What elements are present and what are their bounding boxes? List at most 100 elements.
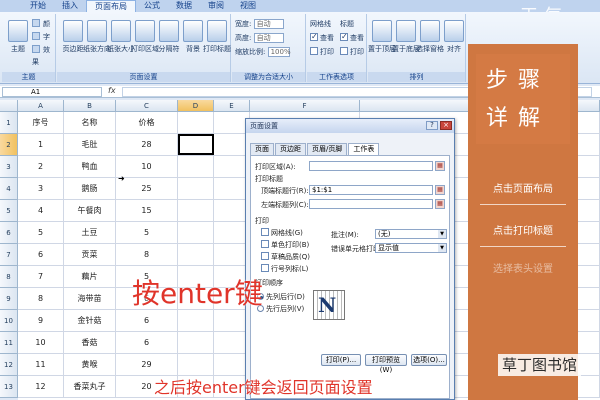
mono-checkbox[interactable] — [261, 240, 269, 248]
gridlines-checkbox[interactable] — [261, 228, 269, 236]
print-preview-button[interactable]: 打印预览(W) — [365, 354, 407, 374]
table-cell[interactable]: 3 — [18, 178, 64, 200]
left-cols-input[interactable] — [309, 199, 433, 209]
tab-formulas[interactable]: 公式 — [136, 0, 168, 12]
row-header[interactable]: 13 — [0, 376, 18, 398]
row-header[interactable]: 2 — [0, 134, 18, 156]
table-cell[interactable]: 名称 — [64, 112, 116, 134]
help-icon[interactable]: ? — [426, 121, 438, 130]
order-over-then-down[interactable]: 先行后列(V) — [257, 304, 304, 314]
top-rows-input[interactable]: $1:$1 — [309, 185, 433, 195]
errors-select[interactable]: 显示值 ▼ — [375, 243, 447, 253]
headings-print-checkbox[interactable] — [340, 47, 348, 55]
empty-cell[interactable] — [178, 332, 214, 354]
table-cell[interactable]: 15 — [116, 200, 178, 222]
gridlines-print-checkbox[interactable] — [310, 47, 318, 55]
themes-button[interactable]: 主题 — [4, 18, 32, 68]
tab-page-layout[interactable]: 页面布局 — [86, 0, 136, 12]
table-cell[interactable]: 毛肚 — [64, 134, 116, 156]
row-header[interactable]: 7 — [0, 244, 18, 266]
table-cell[interactable]: 10 — [18, 332, 64, 354]
tab-data[interactable]: 数据 — [168, 0, 200, 12]
select-all-corner[interactable] — [0, 100, 18, 112]
col-header-c[interactable]: C — [116, 100, 178, 112]
table-cell[interactable]: 6 — [116, 310, 178, 332]
empty-cell[interactable] — [178, 222, 214, 244]
colors-button[interactable]: 颜色 — [32, 18, 55, 40]
col-header-d[interactable]: D — [178, 100, 214, 112]
close-icon[interactable]: × — [440, 121, 452, 130]
row-header[interactable]: 12 — [0, 354, 18, 376]
row-header[interactable]: 11 — [0, 332, 18, 354]
table-cell[interactable]: 2 — [18, 156, 64, 178]
draft-checkbox[interactable] — [261, 252, 269, 260]
table-cell[interactable]: 1 — [18, 134, 64, 156]
tab-review[interactable]: 审阅 — [200, 0, 232, 12]
table-cell[interactable]: 鸭血 — [64, 156, 116, 178]
row-header[interactable]: 1 — [0, 112, 18, 134]
table-cell[interactable]: 海带苗 — [64, 288, 116, 310]
dialog-tab-page[interactable]: 页面 — [250, 143, 274, 155]
table-cell[interactable]: 藕片 — [64, 266, 116, 288]
fonts-button[interactable]: 字体 — [32, 31, 55, 53]
row-header[interactable]: 9 — [0, 288, 18, 310]
empty-cell[interactable] — [178, 156, 214, 178]
active-cell[interactable] — [178, 134, 214, 155]
dialog-tab-header-footer[interactable]: 页眉/页脚 — [307, 143, 348, 155]
tab-view[interactable]: 视图 — [232, 0, 264, 12]
col-header-f[interactable]: F — [250, 100, 360, 112]
table-cell[interactable]: 香菇 — [64, 332, 116, 354]
row-header[interactable]: 8 — [0, 266, 18, 288]
table-cell[interactable]: 7 — [18, 266, 64, 288]
table-cell[interactable]: 黄喉 — [64, 354, 116, 376]
top-rows-picker-icon[interactable]: ▦ — [435, 185, 445, 195]
empty-cell[interactable] — [178, 178, 214, 200]
table-cell[interactable]: 11 — [18, 354, 64, 376]
width-combo[interactable]: 自动 — [253, 19, 284, 29]
align-button[interactable]: 对齐 — [440, 18, 468, 68]
row-header[interactable]: 6 — [0, 222, 18, 244]
tab-insert[interactable]: 插入 — [54, 0, 86, 12]
table-cell[interactable]: 5 — [18, 222, 64, 244]
print-titles-button[interactable]: 打印标题 — [203, 18, 231, 68]
table-cell[interactable]: 4 — [18, 200, 64, 222]
table-cell[interactable]: 土豆 — [64, 222, 116, 244]
table-cell[interactable]: 金针菇 — [64, 310, 116, 332]
left-cols-picker-icon[interactable]: ▦ — [435, 199, 445, 209]
table-cell[interactable]: 价格 — [116, 112, 178, 134]
table-cell[interactable]: 28 — [116, 134, 178, 156]
gridlines-print[interactable]: 打印 — [310, 46, 334, 58]
order-down-then-over[interactable]: 先列后行(D) — [257, 292, 305, 302]
table-cell[interactable]: 10 — [116, 156, 178, 178]
row-header[interactable]: 3 — [0, 156, 18, 178]
table-cell[interactable]: 25 — [116, 178, 178, 200]
rowcol-checkbox[interactable] — [261, 264, 269, 272]
table-cell[interactable]: 午餐肉 — [64, 200, 116, 222]
effects-button[interactable]: 效果 — [32, 44, 55, 66]
col-header-b[interactable]: B — [64, 100, 116, 112]
table-cell[interactable]: 5 — [116, 222, 178, 244]
table-cell[interactable]: 8 — [18, 288, 64, 310]
headings-view-checkbox[interactable] — [340, 31, 348, 43]
dialog-tab-margins[interactable]: 页边距 — [275, 143, 306, 155]
option-draft[interactable]: 草稿品质(Q) — [261, 252, 310, 262]
table-cell[interactable]: 6 — [116, 332, 178, 354]
table-cell[interactable]: 序号 — [18, 112, 64, 134]
headings-view[interactable]: 查看 — [340, 31, 364, 44]
tab-home[interactable]: 开始 — [22, 0, 54, 12]
empty-cell[interactable] — [178, 200, 214, 222]
print-area-input[interactable] — [309, 161, 433, 171]
empty-cell[interactable] — [178, 112, 214, 134]
table-cell[interactable]: 6 — [18, 244, 64, 266]
gridlines-view-checkbox[interactable] — [310, 31, 318, 43]
fx-icon[interactable]: fx — [108, 86, 116, 95]
name-box[interactable]: A1 — [2, 87, 102, 97]
empty-cell[interactable] — [178, 354, 214, 376]
comments-select[interactable]: (无) ▼ — [375, 229, 447, 239]
empty-cell[interactable] — [178, 244, 214, 266]
col-header-a[interactable]: A — [18, 100, 64, 112]
table-cell[interactable]: 8 — [116, 244, 178, 266]
option-gridlines[interactable]: 网格线(G) — [261, 228, 303, 238]
table-cell[interactable]: 9 — [18, 310, 64, 332]
table-cell[interactable]: 香菜丸子 — [64, 376, 116, 398]
